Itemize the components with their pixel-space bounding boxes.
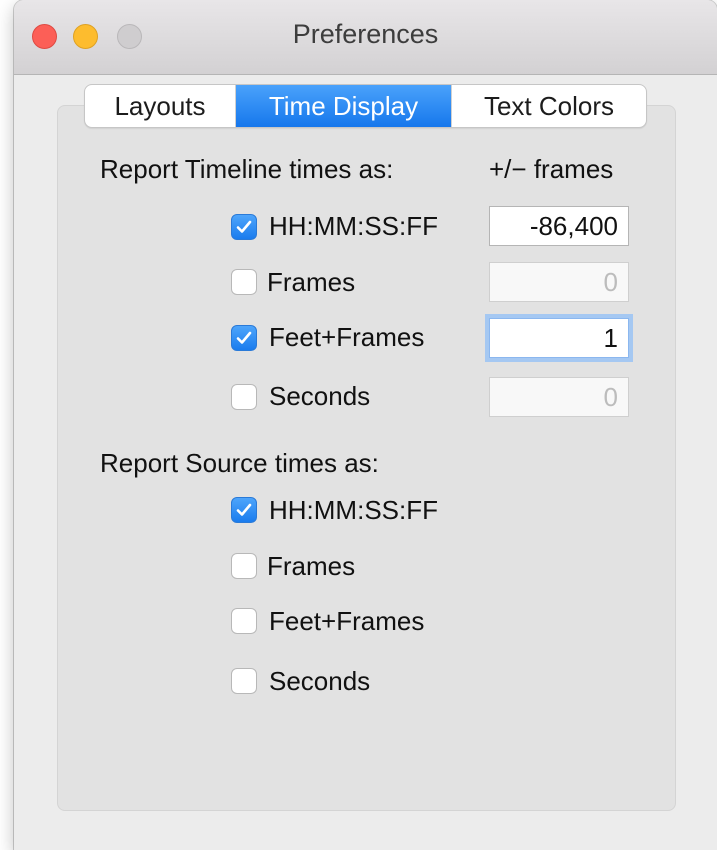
window-content: Layouts Time Display Text Colors Report …: [14, 75, 717, 850]
title-bar[interactable]: Preferences: [14, 0, 717, 75]
timeline-hhmmssff-offset-field[interactable]: -86,400: [489, 206, 629, 246]
source-feet-frames-checkbox[interactable]: [231, 608, 257, 634]
source-feet-frames-label[interactable]: Feet+Frames: [269, 606, 424, 637]
source-seconds-label[interactable]: Seconds: [269, 666, 370, 697]
source-frames-label[interactable]: Frames: [267, 551, 355, 582]
checkmark-icon: [236, 503, 252, 516]
timeline-frames-offset-field: 0: [489, 262, 629, 302]
tab-bar: Layouts Time Display Text Colors: [84, 84, 647, 128]
timeline-feet-frames-label[interactable]: Feet+Frames: [269, 322, 424, 353]
checkmark-icon: [236, 220, 252, 233]
source-hhmmssff-label[interactable]: HH:MM:SS:FF: [269, 495, 438, 526]
checkmark-icon: [236, 331, 252, 344]
window-title: Preferences: [292, 19, 439, 49]
source-seconds-checkbox[interactable]: [231, 668, 257, 694]
timeline-seconds-checkbox[interactable]: [231, 384, 257, 410]
timeline-hhmmssff-label[interactable]: HH:MM:SS:FF: [269, 211, 438, 242]
preferences-window: Preferences Layouts Time Display Text Co…: [14, 0, 717, 850]
source-hhmmssff-checkbox[interactable]: [231, 497, 257, 523]
timeline-frames-checkbox[interactable]: [231, 269, 257, 295]
timeline-seconds-offset-field: 0: [489, 377, 629, 417]
timeline-heading: Report Timeline times as:: [100, 154, 394, 184]
timeline-hhmmssff-checkbox[interactable]: [231, 214, 257, 240]
timeline-seconds-label[interactable]: Seconds: [269, 381, 370, 412]
timeline-feet-frames-checkbox[interactable]: [231, 325, 257, 351]
timeline-frames-label[interactable]: Frames: [267, 267, 355, 298]
source-frames-checkbox[interactable]: [231, 553, 257, 579]
tab-text-colors[interactable]: Text Colors: [451, 85, 646, 127]
frames-offset-header: +/− frames: [489, 154, 614, 184]
tab-time-display[interactable]: Time Display: [236, 85, 451, 127]
tab-layouts[interactable]: Layouts: [85, 85, 236, 127]
timeline-feet-frames-offset-field[interactable]: 1: [489, 318, 629, 358]
source-heading: Report Source times as:: [100, 448, 379, 478]
